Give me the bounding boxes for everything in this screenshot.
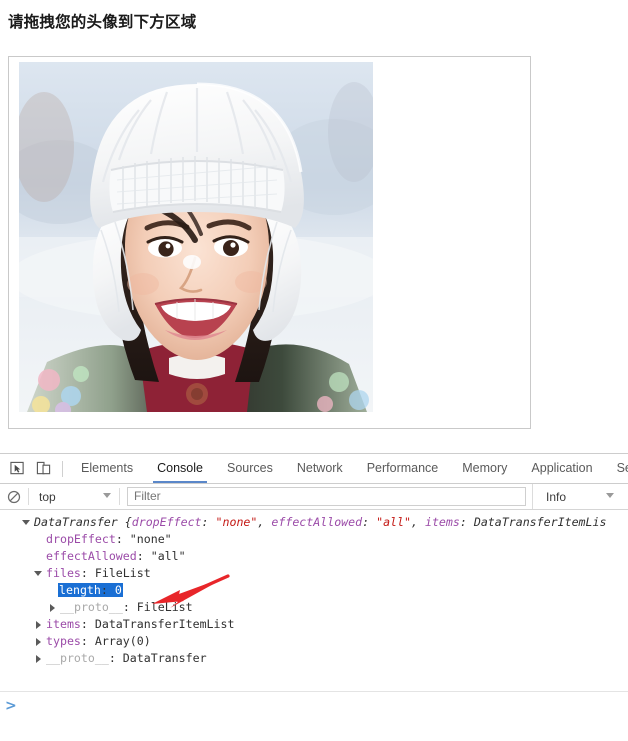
disclosure-triangle-closed-icon[interactable]: [36, 621, 41, 629]
console-row[interactable]: DataTransfer {dropEffect: "none", effect…: [0, 514, 628, 531]
devtools-tabbar: Elements Console Sources Network Perform…: [0, 454, 628, 484]
console-property-types: types: Array(0): [46, 634, 151, 648]
devtools-panel: Elements Console Sources Network Perform…: [0, 453, 628, 741]
devtools-tab-list: Elements Console Sources Network Perform…: [69, 454, 628, 483]
toolbar-divider: [62, 460, 63, 477]
avatar-photo-graphic: [19, 62, 373, 412]
disclosure-triangle-closed-icon[interactable]: [36, 655, 41, 663]
avatar-drop-zone[interactable]: [8, 56, 531, 429]
disclosure-triangle-open-icon[interactable]: [22, 520, 30, 525]
console-context-label: top: [39, 489, 56, 504]
console-row[interactable]: types: Array(0): [0, 633, 628, 650]
tab-application[interactable]: Application: [519, 454, 604, 483]
screenshot-root: 请拖拽您的头像到下方区域 Elements Console Sources Ne…: [0, 0, 628, 741]
tab-security[interactable]: Se: [605, 454, 628, 483]
console-row[interactable]: effectAllowed: "all": [0, 548, 628, 565]
tab-network[interactable]: Network: [285, 454, 355, 483]
chevron-down-icon: [606, 493, 614, 498]
device-toolbar-icon[interactable]: [30, 457, 56, 481]
console-context-selector[interactable]: top: [29, 484, 119, 509]
console-row[interactable]: files: FileList: [0, 565, 628, 582]
console-filter-bar: top Info: [0, 484, 628, 510]
tab-performance[interactable]: Performance: [355, 454, 451, 483]
console-property-effectAllowed: effectAllowed: "all": [46, 549, 186, 563]
console-log-level-label: Info: [546, 489, 567, 504]
chevron-down-icon: [103, 493, 111, 498]
console-filter-input[interactable]: [127, 487, 526, 506]
console-property-items: items: DataTransferItemList: [46, 617, 235, 631]
avatar-image[interactable]: [19, 62, 373, 412]
console-output: DataTransfer {dropEffect: "none", effect…: [0, 510, 628, 686]
console-prompt-row[interactable]: >: [0, 691, 628, 741]
console-property-files: files: FileList: [46, 566, 151, 580]
device-toolbar-glyph: [36, 461, 50, 475]
console-row[interactable]: items: DataTransferItemList: [0, 616, 628, 633]
prompt-chevron-icon: >: [5, 698, 17, 714]
tab-elements[interactable]: Elements: [69, 454, 145, 483]
tab-console[interactable]: Console: [145, 454, 215, 483]
page-title: 请拖拽您的头像到下方区域: [8, 13, 197, 31]
filterbar-divider-2: [119, 488, 120, 505]
console-property-proto-datatransfer: __proto__: DataTransfer: [46, 651, 207, 665]
console-row-selected[interactable]: length: 0: [0, 582, 628, 599]
console-property-proto-filelist: __proto__: FileList: [60, 600, 193, 614]
web-page-content: 请拖拽您的头像到下方区域: [0, 0, 628, 453]
clear-console-glyph: [7, 490, 21, 503]
disclosure-triangle-closed-icon[interactable]: [50, 604, 55, 612]
inspect-element-glyph: [9, 461, 24, 475]
inspect-element-icon[interactable]: [4, 457, 30, 481]
clear-console-icon[interactable]: [0, 484, 28, 509]
console-row[interactable]: dropEffect: "none": [0, 531, 628, 548]
tab-memory[interactable]: Memory: [450, 454, 519, 483]
console-log-level-selector[interactable]: Info: [532, 484, 628, 509]
disclosure-triangle-closed-icon[interactable]: [36, 638, 41, 646]
console-property-dropEffect: dropEffect: "none": [46, 532, 172, 546]
console-property-length: length: 0: [58, 583, 123, 597]
disclosure-triangle-open-icon[interactable]: [34, 571, 42, 576]
console-row[interactable]: __proto__: FileList: [0, 599, 628, 616]
tab-sources[interactable]: Sources: [215, 454, 285, 483]
console-object-preview: DataTransfer {dropEffect: "none", effect…: [34, 515, 607, 529]
console-row[interactable]: __proto__: DataTransfer: [0, 650, 628, 667]
